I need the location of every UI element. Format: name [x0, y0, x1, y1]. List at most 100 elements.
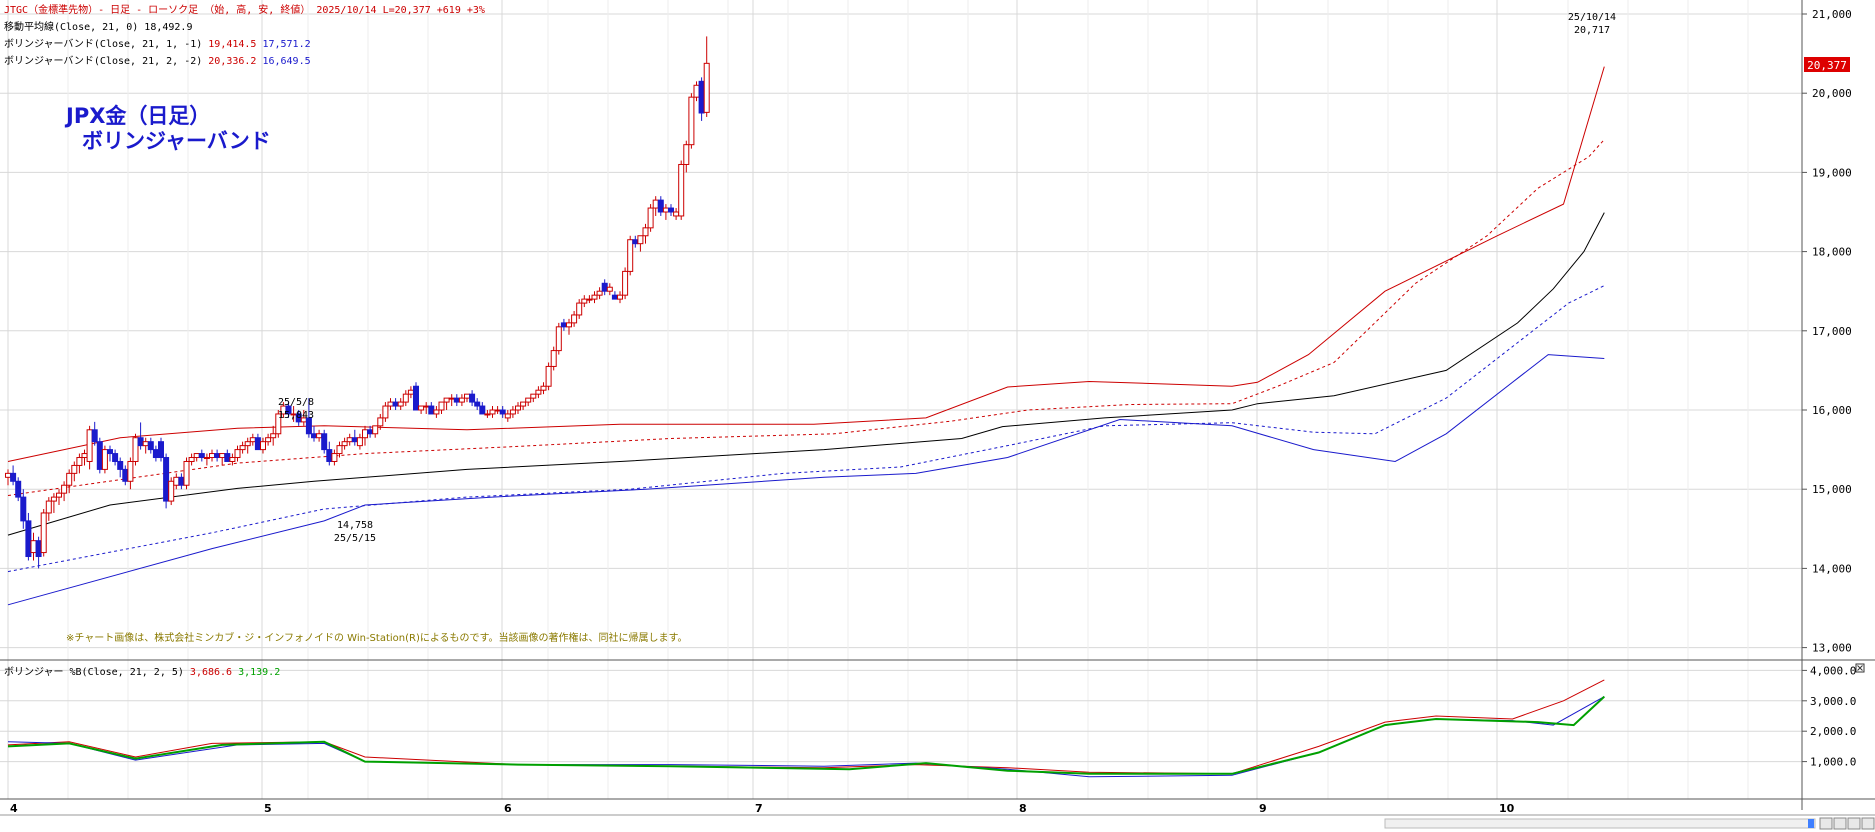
candle-body [107, 449, 113, 455]
candle-body [586, 298, 593, 301]
candle-body [423, 405, 430, 408]
candle-body [132, 437, 139, 462]
candle-body [652, 199, 659, 209]
price-tick-label: 14,000 [1812, 562, 1852, 575]
candle-body [20, 496, 27, 522]
price-tick-label: 17,000 [1812, 325, 1852, 338]
zoom-out-button[interactable] [1833, 817, 1847, 830]
candle-body [91, 429, 98, 443]
candle-body [555, 326, 562, 352]
candle-body [611, 294, 618, 300]
high2-value: 20,717 [1574, 25, 1610, 36]
candle-body [76, 457, 83, 466]
candle-body [453, 397, 460, 403]
candle-body [458, 397, 465, 403]
candle-body [260, 441, 266, 451]
candle-body [331, 453, 338, 462]
candle-body [509, 409, 516, 415]
sub-legend: ボリンジャー %B(Close, 21, 2, 5) 3,686.6 3,139.2 [4, 666, 280, 678]
price-tick-label: 16,000 [1812, 404, 1852, 417]
zoom-controls[interactable] [1819, 817, 1875, 830]
candle-body [234, 449, 241, 459]
candle-body [96, 441, 103, 470]
candle-body [270, 433, 277, 439]
candle-body [617, 294, 623, 300]
month-label: 8 [1019, 802, 1027, 815]
candle-body [188, 457, 195, 462]
bb1-legend: ボリンジャーバンド(Close, 21, 1, -1) 19,414.5 17,57… [4, 38, 311, 50]
candle-body [336, 445, 343, 455]
candle-body [382, 405, 389, 419]
candle-body [662, 207, 669, 213]
candle-body [101, 449, 108, 470]
zoom-in-button[interactable] [1819, 817, 1833, 830]
candle-body [122, 468, 129, 482]
candle-body [474, 401, 481, 407]
candle-body [183, 460, 190, 486]
candle-body [244, 441, 251, 447]
candle-body [351, 437, 358, 443]
candle-body [535, 389, 542, 395]
scroll-right-button[interactable] [1861, 817, 1875, 830]
candle-body [219, 453, 226, 459]
candle-body [601, 282, 608, 292]
high1-date: 25/5/8 [278, 397, 314, 408]
candle-body [377, 417, 384, 427]
candle-body [45, 500, 52, 514]
candle-body [66, 472, 73, 486]
candle-body [40, 512, 47, 554]
candle-body [484, 413, 491, 416]
month-label: 4 [10, 802, 18, 815]
sub-tick-label: 3,000.0 [1810, 695, 1856, 708]
x-axis-labels: 4 5 6 7 8 9 10 [10, 802, 1515, 815]
candle-body [173, 476, 180, 486]
candle-body [550, 350, 557, 367]
sub-axis-labels: 1,000.0 2,000.0 3,000.0 4,000.0 [1810, 664, 1856, 768]
candle-body [627, 239, 634, 272]
sub-tick-label: 2,000.0 [1810, 725, 1856, 738]
sub-tick-label: 1,000.0 [1810, 756, 1856, 769]
candle-body [657, 199, 664, 213]
candle-body [566, 322, 572, 328]
candle-body [387, 401, 394, 407]
candle-body [61, 484, 68, 494]
candle-body [178, 476, 185, 486]
candle-body [433, 409, 440, 415]
candle-body [668, 207, 674, 213]
stock-chart: 4 5 6 7 8 9 10 13,00014,00015,00016,00017,0001… [0, 0, 1875, 830]
candle-body [193, 453, 200, 459]
high2-date: 25/10/14 [1568, 12, 1616, 23]
candle-body [596, 290, 603, 296]
candle-body [356, 437, 363, 447]
candle-body [703, 62, 710, 113]
candle-body [525, 397, 532, 403]
y-axis-labels: 13,000 14,000 15,000 16,000 17,000 18,000 19,0… [1812, 8, 1852, 655]
scroll-left-button[interactable] [1847, 817, 1861, 830]
candle-body [622, 270, 629, 296]
candle-body [316, 433, 323, 439]
price-tick-label: 13,000 [1812, 642, 1852, 655]
candle-body [127, 460, 134, 482]
copyright-notice: ※チャート画像は、株式会社ミンカブ・ジ・インフォノイドの Win-Station… [66, 631, 688, 644]
candle-body [311, 433, 317, 439]
price-tick-label: 19,000 [1812, 166, 1852, 179]
ma-legend: 移動平均線(Close, 21, 0) 18,492.9 [4, 20, 192, 33]
candle-body [545, 365, 552, 387]
candle-body [50, 496, 57, 502]
candle-body [413, 385, 419, 411]
candle-body [346, 437, 353, 443]
pctb-green-line [7, 695, 1605, 775]
month-label: 5 [264, 802, 272, 815]
candle-body [35, 540, 42, 558]
candle-body [494, 409, 501, 412]
price-tick-label: 15,000 [1812, 483, 1852, 496]
candle-body [30, 540, 37, 554]
candle-body [229, 457, 236, 462]
candle-body [428, 405, 435, 415]
scrollbar-thumb[interactable] [1808, 819, 1814, 828]
month-label: 7 [755, 802, 763, 815]
horizontal-scrollbar[interactable] [1384, 818, 1816, 829]
candle-body [168, 480, 175, 502]
candle-body [321, 433, 328, 451]
candle-body [326, 449, 333, 462]
